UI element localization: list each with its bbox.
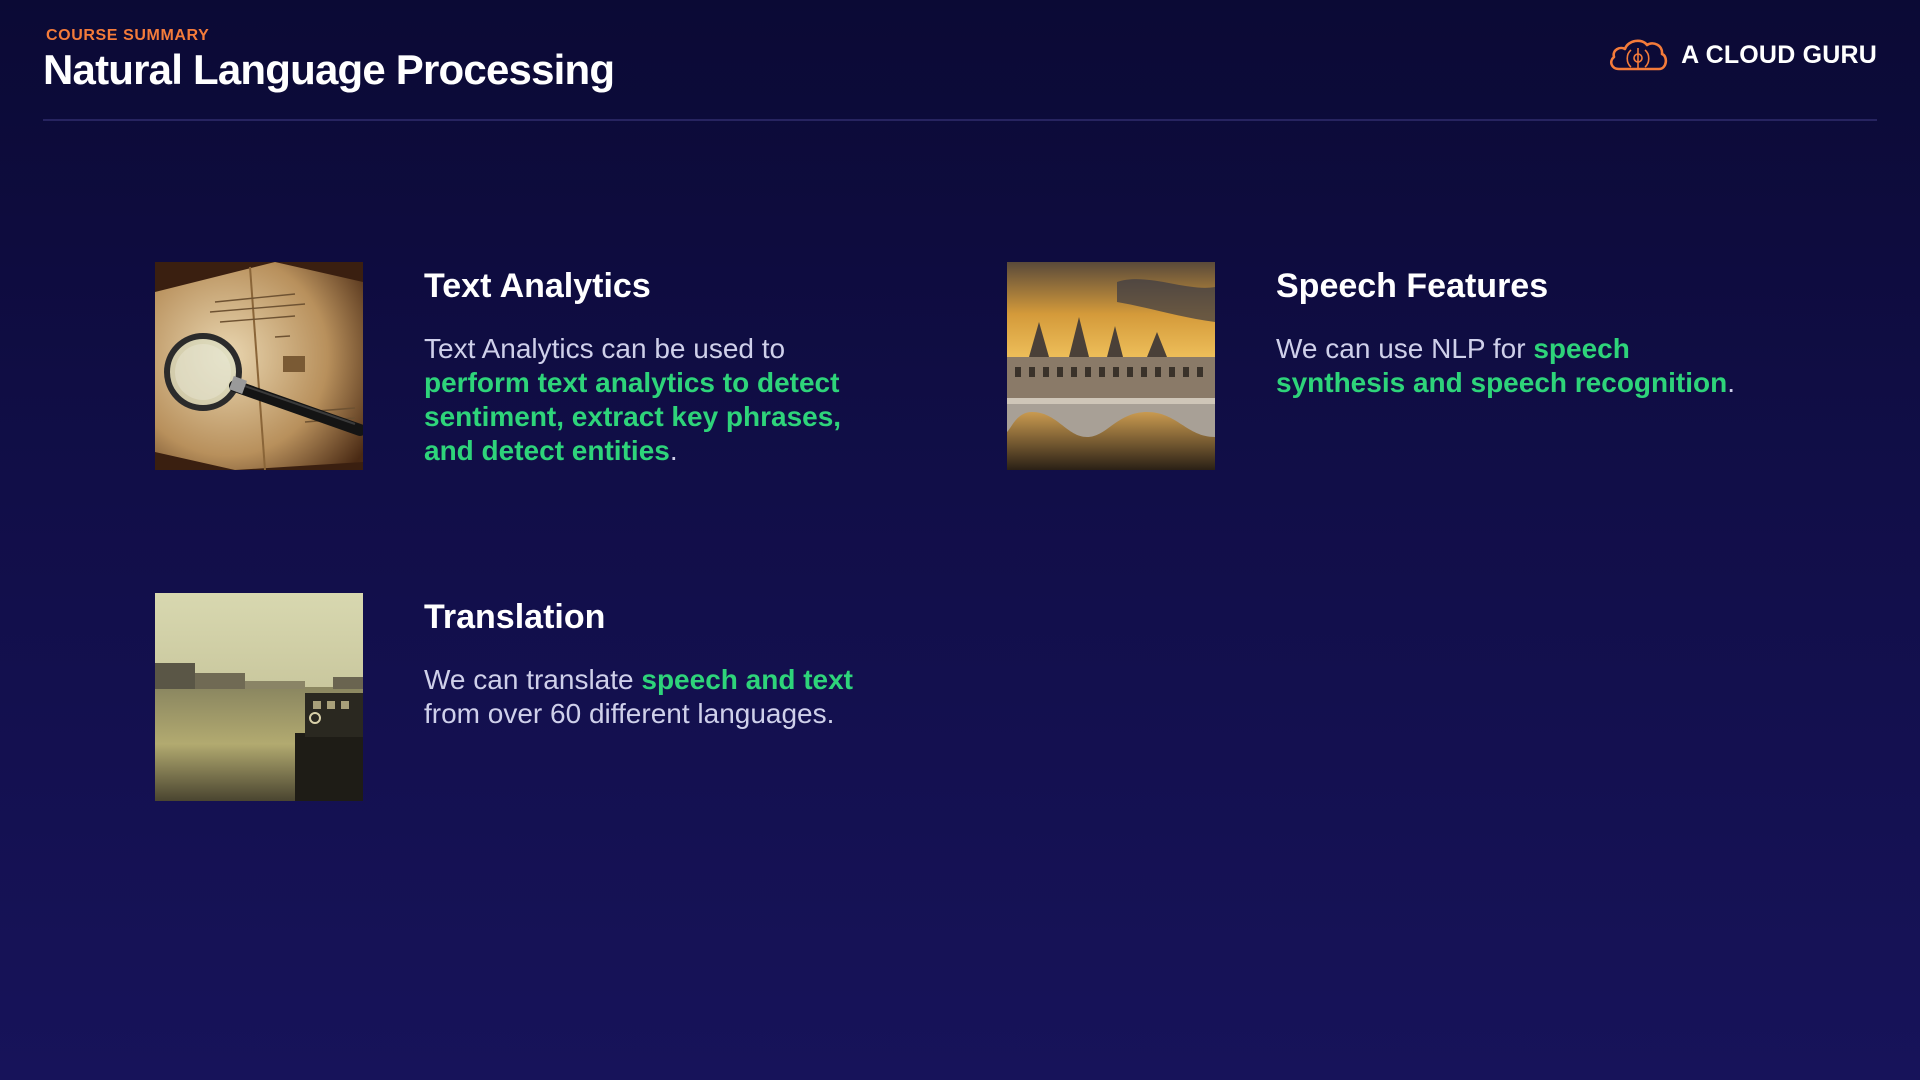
text-analytics-body: Text Analytics Text Analytics can be use… — [424, 262, 894, 468]
description-text: We can use NLP for — [1276, 333, 1534, 364]
translation-card: Translation We can translate speech and … — [155, 593, 975, 803]
brand: A CLOUD GURU — [1607, 36, 1877, 74]
header-divider — [43, 119, 1877, 121]
description-text-end: . — [669, 435, 678, 466]
card-description: Text Analytics can be used to perform te… — [424, 332, 894, 468]
card-description: We can translate speech and text from ov… — [424, 663, 894, 731]
cloud-logo-icon — [1610, 39, 1668, 71]
speech-features-body: Speech Features We can use NLP for speec… — [1276, 262, 1746, 400]
page-title: Natural Language Processing — [43, 46, 615, 93]
description-highlight: perform text analytics to detect sentime… — [424, 367, 842, 466]
description-text-end: from over 60 different languages. — [424, 698, 835, 729]
text-analytics-card: Text Analytics Text Analytics can be use… — [155, 262, 975, 472]
course-summary-label: COURSE SUMMARY — [46, 27, 210, 44]
card-title: Text Analytics — [424, 267, 651, 305]
description-text: Text Analytics can be used to — [424, 333, 786, 364]
river-boat-image — [155, 593, 363, 801]
card-title: Speech Features — [1276, 267, 1549, 305]
magnifying-glass-book-image — [155, 262, 363, 470]
brand-name: A CLOUD GURU — [1681, 40, 1877, 69]
card-description: We can use NLP for speech synthesis and … — [1276, 332, 1746, 400]
description-text-end: . — [1727, 367, 1736, 398]
speech-features-card: Speech Features We can use NLP for speec… — [1007, 262, 1827, 472]
translation-body: Translation We can translate speech and … — [424, 593, 894, 731]
castle-bridge-image — [1007, 262, 1215, 470]
card-title: Translation — [424, 598, 606, 636]
description-highlight: speech and text — [641, 664, 854, 695]
description-text: We can translate — [424, 664, 642, 695]
slide-header: COURSE SUMMARY Natural Language Processi… — [43, 24, 1877, 120]
